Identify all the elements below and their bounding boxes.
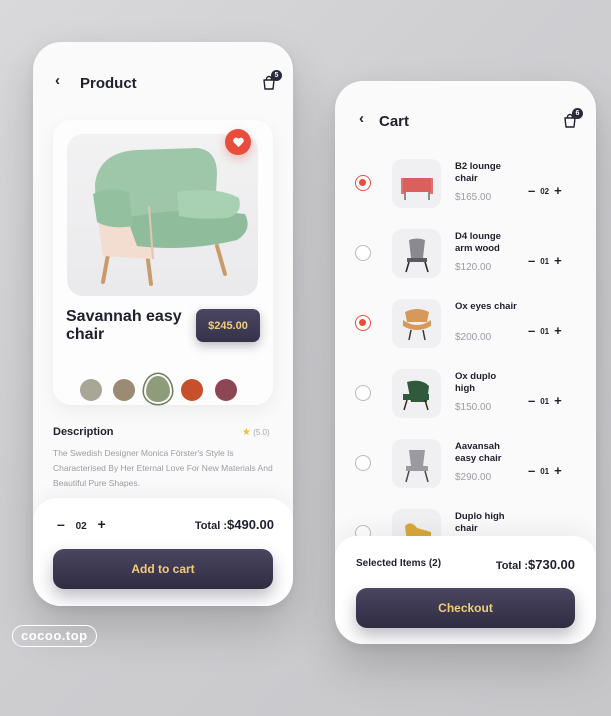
- quantity-stepper[interactable]: –01 +: [523, 393, 567, 408]
- armchair-illustration: [93, 148, 248, 286]
- easy-chair-icon: [392, 439, 441, 488]
- item-price: $165.00: [455, 192, 492, 203]
- select-radio[interactable]: [355, 455, 371, 471]
- quantity-stepper[interactable]: –02 +: [523, 183, 567, 198]
- cart-count-badge: 6: [572, 108, 583, 119]
- product-card: [53, 120, 273, 405]
- star-icon: ★: [242, 427, 251, 438]
- color-swatch[interactable]: [215, 379, 237, 401]
- item-name: Duplo high chair: [455, 511, 505, 534]
- favorite-button[interactable]: [225, 129, 251, 155]
- quantity-stepper[interactable]: –01 +: [523, 323, 567, 338]
- rating: ★ (5.0): [242, 427, 270, 438]
- lounge-chair-icon: [392, 159, 441, 208]
- item-price: $200.00: [455, 332, 492, 343]
- quantity-value: 01: [540, 397, 550, 406]
- add-to-cart-button[interactable]: Add to cart: [53, 549, 273, 589]
- quantity-value: 02: [540, 187, 550, 196]
- chevron-left-icon[interactable]: ‹: [55, 72, 60, 89]
- plus-icon[interactable]: +: [554, 253, 562, 268]
- high-chair-icon: [392, 369, 441, 418]
- quantity-value: 01: [540, 467, 550, 476]
- total-label: Total :: [495, 560, 528, 572]
- minus-icon[interactable]: –: [528, 183, 535, 198]
- quantity-stepper[interactable]: – 02 +: [57, 516, 106, 532]
- price-badge: $245.00: [196, 309, 260, 342]
- product-topbar: ‹ Product 5: [33, 42, 293, 122]
- color-swatch[interactable]: [80, 379, 102, 401]
- description-text: The Swedish Designer Monica Förster's St…: [53, 448, 273, 488]
- cart-item-row[interactable]: Ox eyes chair $200.00 –01 +: [335, 296, 596, 366]
- plus-icon[interactable]: +: [554, 393, 562, 408]
- plus-icon[interactable]: +: [97, 516, 105, 532]
- color-swatch[interactable]: [181, 379, 203, 401]
- total-value: $490.00: [227, 517, 274, 532]
- item-name: Ox eyes chair: [455, 301, 517, 312]
- item-name: Aavansah easy chair: [455, 441, 502, 464]
- item-price: $290.00: [455, 472, 492, 483]
- plus-icon[interactable]: +: [554, 323, 562, 338]
- shopping-bag-icon[interactable]: 6: [562, 108, 583, 129]
- cart-topbar: ‹ Cart 6: [335, 81, 596, 161]
- ox-chair-icon: [392, 299, 441, 348]
- selected-items-label: Selected Items (2): [356, 558, 442, 569]
- minus-icon[interactable]: –: [528, 393, 535, 408]
- cart-item-row[interactable]: D4 lounge arm wood $120.00 –01 +: [335, 226, 596, 296]
- item-name: D4 lounge arm wood: [455, 231, 501, 254]
- select-radio[interactable]: [355, 315, 371, 331]
- minus-icon[interactable]: –: [528, 463, 535, 478]
- item-price: $150.00: [455, 402, 492, 413]
- total-line: Total :$730.00: [496, 557, 575, 572]
- color-swatch[interactable]: [113, 379, 135, 401]
- product-name: Savannah easy chair: [66, 308, 182, 343]
- product-image: [67, 134, 258, 296]
- heart-icon: [232, 137, 244, 147]
- minus-icon[interactable]: –: [57, 516, 65, 532]
- product-screen: ‹ Product 5 Savannah easy chair $245.00 …: [33, 42, 293, 606]
- cart-item-row[interactable]: B2 lounge chair $165.00 –02 +: [335, 156, 596, 226]
- select-radio[interactable]: [355, 175, 371, 191]
- canvas: ‹ Product 5 Savannah easy chair $245.00 …: [0, 0, 611, 716]
- plus-icon[interactable]: +: [554, 183, 562, 198]
- total-value: $730.00: [528, 557, 575, 572]
- shopping-bag-icon[interactable]: 5: [261, 70, 282, 91]
- color-swatch[interactable]: [146, 376, 170, 402]
- checkout-button[interactable]: Checkout: [356, 588, 575, 628]
- quantity-value: 02: [75, 521, 87, 532]
- cart-footer: Selected Items (2) Total :$730.00 Checko…: [335, 536, 596, 644]
- watermark: cocoo.top: [12, 625, 97, 647]
- quantity-value: 01: [540, 327, 550, 336]
- item-name: Ox duplo high: [455, 371, 497, 394]
- total-label: Total :: [194, 520, 227, 532]
- plus-icon[interactable]: +: [554, 463, 562, 478]
- minus-icon[interactable]: –: [528, 323, 535, 338]
- select-radio[interactable]: [355, 245, 371, 261]
- item-name: B2 lounge chair: [455, 161, 501, 184]
- minus-icon[interactable]: –: [528, 253, 535, 268]
- arm-chair-icon: [392, 229, 441, 278]
- quantity-value: 01: [540, 257, 550, 266]
- total-line: Total :$490.00: [195, 517, 274, 532]
- page-title: Product: [80, 75, 137, 92]
- product-bottom-sheet: – 02 + Total :$490.00 Add to cart: [33, 498, 293, 606]
- description-title: Description: [53, 426, 114, 438]
- chevron-left-icon[interactable]: ‹: [359, 110, 364, 127]
- rating-value: (5.0): [253, 428, 270, 437]
- cart-screen: ‹ Cart 6 B2 lounge chair $165.00–02 + D4 lo…: [335, 81, 596, 644]
- select-radio[interactable]: [355, 385, 371, 401]
- cart-item-row[interactable]: Ox duplo high $150.00 –01 +: [335, 366, 596, 436]
- quantity-stepper[interactable]: –01 +: [523, 463, 567, 478]
- item-price: $120.00: [455, 262, 492, 273]
- cart-count-badge: 5: [271, 70, 282, 81]
- page-title: Cart: [379, 113, 410, 130]
- quantity-stepper[interactable]: –01 +: [523, 253, 567, 268]
- cart-item-row[interactable]: Aavansah easy chair $290.00 –01 +: [335, 436, 596, 506]
